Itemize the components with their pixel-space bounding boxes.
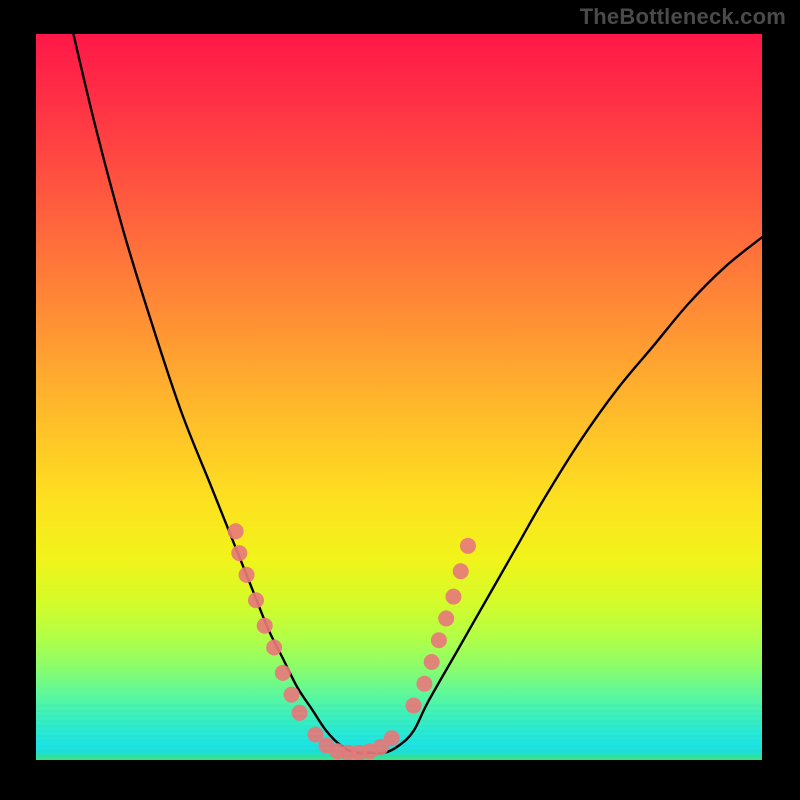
marker-point (384, 730, 400, 746)
marker-point (438, 610, 454, 626)
marker-point (284, 687, 300, 703)
marker-point (248, 592, 264, 608)
marker-point (460, 538, 476, 554)
chart-canvas: TheBottleneck.com (0, 0, 800, 800)
marker-point (373, 739, 389, 755)
marker-point (275, 665, 291, 681)
markers-marker-cluster-right (406, 538, 476, 714)
curve-bottleneck-curve (65, 34, 762, 753)
marker-point (431, 632, 447, 648)
marker-point (257, 618, 273, 634)
marker-point (340, 745, 356, 760)
marker-point (292, 705, 308, 721)
marker-point (266, 639, 282, 655)
marker-point (228, 523, 244, 539)
marker-point (453, 563, 469, 579)
watermark-text: TheBottleneck.com (580, 4, 786, 30)
marker-point (416, 676, 432, 692)
markers-marker-cluster-left (228, 523, 308, 721)
marker-point (239, 567, 255, 583)
marker-point (318, 737, 334, 753)
marker-point (445, 589, 461, 605)
marker-point (362, 743, 378, 759)
marker-point (424, 654, 440, 670)
markers-marker-cluster-bottom (308, 727, 400, 760)
marker-point (231, 545, 247, 561)
marker-point (351, 745, 367, 760)
marker-point (308, 727, 324, 743)
plot-area (36, 34, 762, 760)
chart-overlay (36, 34, 762, 760)
marker-point (406, 698, 422, 714)
marker-point (329, 743, 345, 759)
